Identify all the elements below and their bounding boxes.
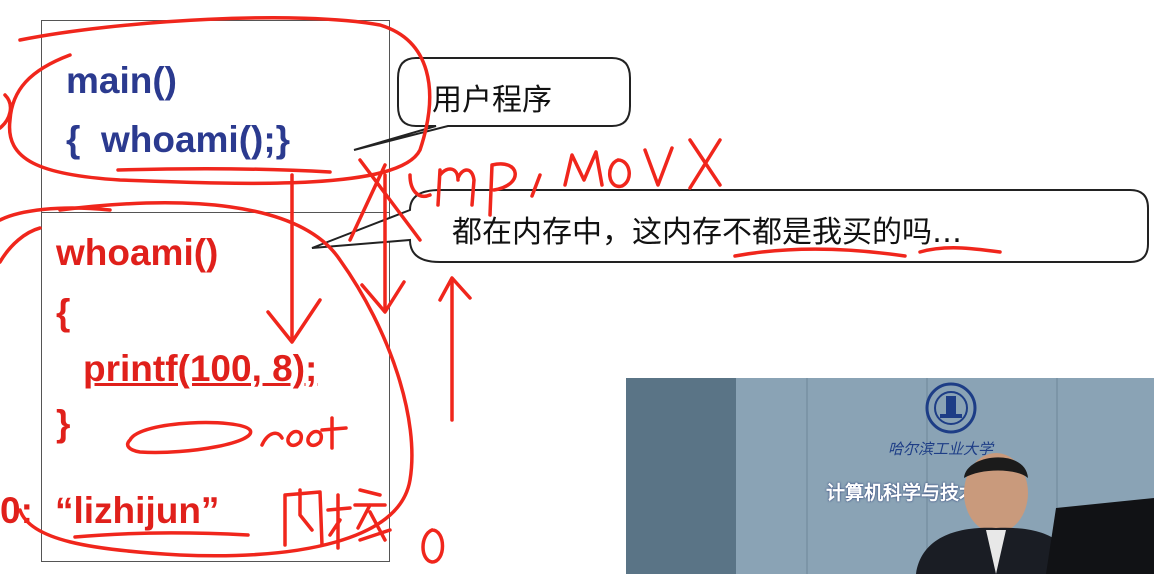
annotation-mov <box>563 146 674 188</box>
annotation-loop-kernel <box>18 201 414 558</box>
webcam-video: 哈尔滨工业大学 计算机科学与技术学院 <box>626 378 1154 574</box>
annotation-zero <box>421 528 445 564</box>
annotation-arrow-up-head <box>438 276 472 302</box>
annotation-underline-memory <box>733 246 1002 258</box>
annotation-underline-whoami <box>116 166 332 174</box>
annotation-arrow-down-1-head <box>266 298 322 344</box>
annotation-left-stroke-low <box>0 226 42 264</box>
annotation-root-text <box>260 416 348 450</box>
annotation-root-oval <box>126 420 253 455</box>
video-wall-left <box>626 378 736 574</box>
annotation-jmp <box>348 158 476 242</box>
presenter <box>916 453 1154 574</box>
annotation-left-stroke-mid <box>0 206 112 222</box>
annotation-x <box>688 138 722 190</box>
university-logo <box>925 382 977 434</box>
annotation-underline-lizhijun <box>73 531 250 539</box>
annotation-comma <box>530 173 542 198</box>
annotation-loop-user <box>7 16 432 186</box>
annotation-kernel-he <box>326 488 392 550</box>
annotation-kernel-nei <box>283 488 324 547</box>
annotation-p <box>488 162 517 217</box>
video-panel-seam <box>806 378 808 574</box>
